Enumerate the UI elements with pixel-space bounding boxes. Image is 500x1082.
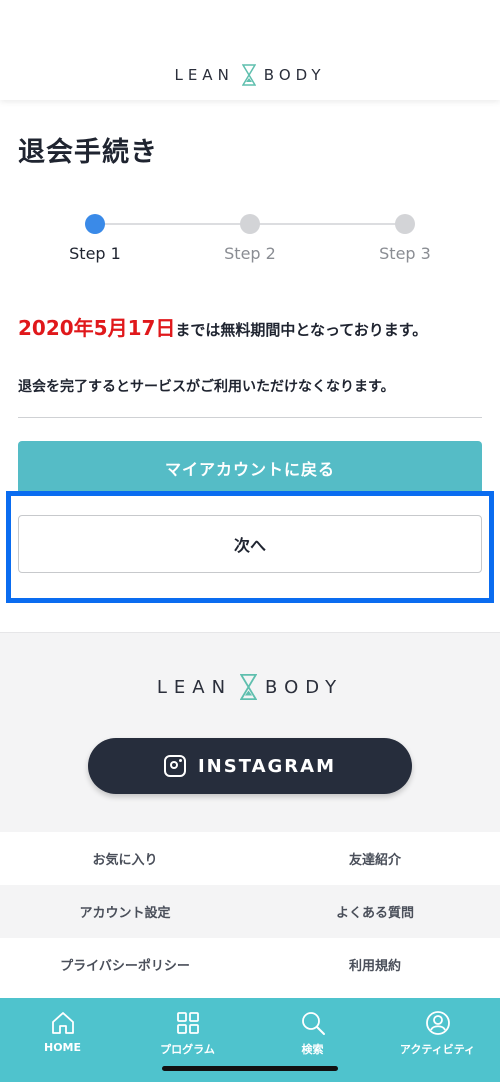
step-connector bbox=[250, 223, 405, 225]
instagram-icon bbox=[163, 755, 186, 777]
step-3-indicator bbox=[395, 214, 415, 234]
step-2-indicator bbox=[240, 214, 260, 234]
free-period-date: 2020年5月17日 bbox=[18, 316, 176, 340]
instagram-button[interactable]: INSTAGRAM bbox=[88, 738, 412, 794]
nav-home[interactable]: HOME bbox=[0, 998, 125, 1082]
footer: LEAN BODY bbox=[0, 632, 500, 833]
account-settings-link[interactable]: アカウント設定 bbox=[0, 885, 250, 938]
brand-right: BODY bbox=[265, 676, 344, 698]
brand-left: LEAN bbox=[156, 676, 233, 698]
home-icon bbox=[51, 1012, 74, 1034]
back-to-account-button[interactable]: マイアカウントに戻る bbox=[18, 441, 482, 495]
step-connector bbox=[95, 223, 250, 225]
nav-program-label: プログラム bbox=[160, 1043, 215, 1056]
instagram-label: INSTAGRAM bbox=[197, 755, 336, 777]
footer-brand-logo[interactable]: LEAN BODY bbox=[0, 673, 500, 701]
step-2-label: Step 2 bbox=[224, 244, 276, 263]
footer-links-row: アカウント設定 よくある質問 bbox=[0, 885, 500, 938]
next-button[interactable]: 次へ bbox=[18, 515, 482, 573]
nav-activity-label: アクティビティ bbox=[399, 1043, 476, 1056]
person-icon bbox=[425, 1011, 450, 1035]
app-header: LEAN BODY bbox=[0, 0, 500, 100]
faq-link[interactable]: よくある質問 bbox=[250, 885, 500, 938]
home-indicator bbox=[162, 1066, 338, 1071]
favorites-link[interactable]: お気に入り bbox=[0, 832, 250, 885]
privacy-policy-link[interactable]: プライバシーポリシー bbox=[0, 938, 250, 991]
brand-logo[interactable]: LEAN BODY bbox=[0, 64, 500, 86]
brand-right: BODY bbox=[263, 66, 326, 84]
step-1-label: Step 1 bbox=[69, 244, 121, 263]
free-period-notice: 2020年5月17日までは無料期間中となっております。 bbox=[18, 312, 488, 341]
hourglass-icon bbox=[241, 64, 256, 86]
footer-links-row: お気に入り 友達紹介 bbox=[0, 832, 500, 885]
grid-icon bbox=[176, 1012, 199, 1034]
divider bbox=[18, 417, 482, 418]
nav-search-label: 検索 bbox=[301, 1043, 324, 1056]
step-3-label: Step 3 bbox=[379, 244, 431, 263]
step-1-indicator bbox=[85, 214, 105, 234]
nav-home-label: HOME bbox=[43, 1041, 82, 1054]
search-icon bbox=[301, 1012, 325, 1035]
hourglass-icon bbox=[240, 673, 258, 701]
friend-referral-link[interactable]: 友達紹介 bbox=[250, 832, 500, 885]
cancel-info-text: 退会を完了するとサービスがご利用いただけなくなります。 bbox=[18, 379, 395, 395]
terms-link[interactable]: 利用規約 bbox=[250, 938, 500, 991]
free-period-text: までは無料期間中となっております。 bbox=[175, 321, 428, 339]
nav-activity[interactable]: アクティビティ bbox=[375, 998, 500, 1082]
brand-left: LEAN bbox=[174, 66, 234, 84]
footer-links-row: プライバシーポリシー 利用規約 bbox=[0, 938, 500, 991]
page-title: 退会手続き bbox=[18, 137, 158, 168]
